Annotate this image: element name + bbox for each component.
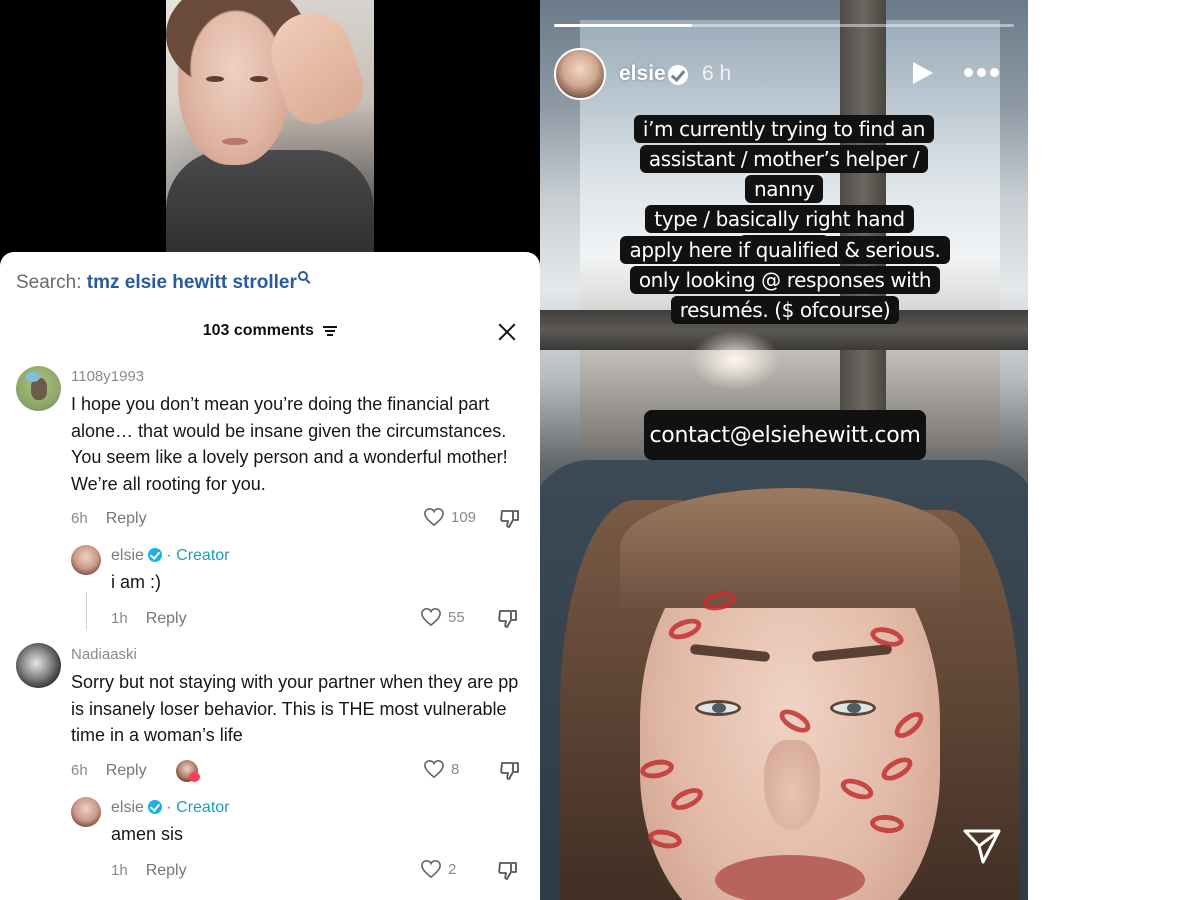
story-text-line: assistant / mother’s helper / nanny	[639, 145, 929, 203]
like-button[interactable]: 2	[420, 859, 456, 879]
filter-icon[interactable]	[323, 325, 338, 337]
story-text-block: apply here if qualified & serious. only …	[620, 235, 950, 325]
comment-count-header: 103 comments	[0, 322, 540, 340]
verified-icon	[147, 548, 162, 562]
story-text-line: i’m currently trying to find an	[633, 115, 935, 143]
story-text-line: only looking @ responses with	[629, 266, 941, 294]
story-email-sticker[interactable]: contact@elsiehewitt.com	[644, 410, 926, 460]
like-button[interactable]: 109	[423, 507, 476, 527]
video-thumbnail[interactable]	[166, 0, 374, 252]
close-icon[interactable]	[497, 322, 517, 342]
search-suggestion[interactable]: Search: tmz elsie hewitt stroller	[16, 271, 308, 294]
like-count: 8	[451, 760, 460, 778]
like-count: 2	[448, 860, 457, 878]
story-viewer[interactable]: elsie 6 h i’m currently trying to find a…	[540, 0, 1028, 900]
comment-meta: 6h Reply	[71, 510, 147, 528]
comment-username[interactable]: Nadiaaski	[71, 646, 137, 663]
comment-count: 103 comments	[202, 322, 314, 339]
reply-text: amen sis	[111, 824, 184, 844]
share-icon[interactable]	[962, 826, 1002, 866]
photo-eye	[695, 700, 741, 716]
video-eye-right	[250, 76, 268, 82]
photo-nose	[764, 740, 820, 830]
verified-icon	[147, 800, 162, 814]
dislike-icon[interactable]	[499, 760, 521, 782]
comment-text: I hope you don’t mean you’re doing the f…	[71, 394, 508, 494]
search-term-link[interactable]: tmz elsie hewitt stroller	[87, 272, 297, 293]
like-count: 55	[448, 608, 465, 626]
thread-line	[86, 592, 87, 630]
reply-meta: 1h Reply	[111, 610, 187, 628]
dislike-icon[interactable]	[497, 608, 519, 630]
more-icon[interactable]	[964, 68, 1000, 78]
story-progress-fill	[554, 24, 692, 27]
reply-username[interactable]: elsie	[111, 547, 144, 564]
play-icon[interactable]	[913, 62, 935, 84]
like-button[interactable]: 55	[420, 607, 465, 627]
reply-author: elsie · Creator	[111, 799, 230, 816]
story-text-line: resumés. ($ ofcourse)	[670, 296, 900, 324]
heart-icon	[424, 759, 444, 779]
story-avatar[interactable]	[554, 48, 606, 100]
comments-sheet: Search: tmz elsie hewitt stroller 103 co…	[0, 252, 540, 900]
creator-avatar[interactable]	[71, 545, 101, 575]
background-light	[690, 330, 780, 390]
video-mouth	[222, 138, 248, 145]
heart-icon	[421, 607, 441, 627]
reply-button[interactable]: Reply	[146, 862, 187, 879]
dislike-icon[interactable]	[497, 860, 519, 882]
creator-avatar[interactable]	[71, 797, 101, 827]
creator-liked-avatar	[176, 760, 200, 782]
dislike-icon[interactable]	[499, 508, 521, 530]
reply-meta: 1h Reply	[111, 862, 187, 880]
story-progress-bar	[554, 24, 1014, 27]
comment-time: 6h	[71, 762, 88, 779]
reply-text: i am :)	[111, 572, 162, 592]
comments-screenshot: Search: tmz elsie hewitt stroller 103 co…	[0, 0, 540, 900]
photo-eye	[830, 700, 876, 716]
comment-text: Sorry but not staying with your partner …	[71, 672, 519, 745]
search-icon	[297, 271, 308, 281]
search-prefix: Search:	[16, 272, 82, 293]
reply-author: elsie · Creator	[111, 547, 230, 564]
photo-hair	[620, 488, 960, 608]
reply-username[interactable]: elsie	[111, 799, 144, 816]
screen: Search: tmz elsie hewitt stroller 103 co…	[0, 0, 1200, 900]
creator-badge: Creator	[176, 547, 230, 564]
video-eye-left	[206, 76, 224, 82]
comment-username[interactable]: 1108y1993	[71, 368, 144, 385]
like-count: 109	[451, 508, 477, 526]
story-text-line: apply here if qualified & serious.	[620, 236, 950, 264]
heart-icon	[421, 859, 441, 879]
video-shirt	[166, 150, 374, 252]
verified-icon	[668, 65, 688, 85]
reply-button[interactable]: Reply	[146, 610, 187, 627]
reply-time: 1h	[111, 610, 128, 627]
like-button[interactable]: 8	[423, 759, 459, 779]
heart-icon	[424, 507, 444, 527]
photo-lips	[715, 855, 865, 900]
reply-time: 1h	[111, 862, 128, 879]
story-username[interactable]: elsie	[619, 62, 666, 86]
avatar-accent	[26, 372, 40, 382]
reply-button[interactable]: Reply	[106, 762, 147, 779]
avatar[interactable]	[16, 366, 61, 411]
comment-time: 6h	[71, 510, 88, 527]
creator-badge: Creator	[176, 799, 230, 816]
reply-button[interactable]: Reply	[106, 510, 147, 527]
avatar[interactable]	[16, 643, 61, 688]
liked-by-creator-icon	[189, 772, 200, 782]
comment-meta: 6h Reply	[71, 762, 147, 780]
story-time: 6 h	[702, 62, 732, 85]
